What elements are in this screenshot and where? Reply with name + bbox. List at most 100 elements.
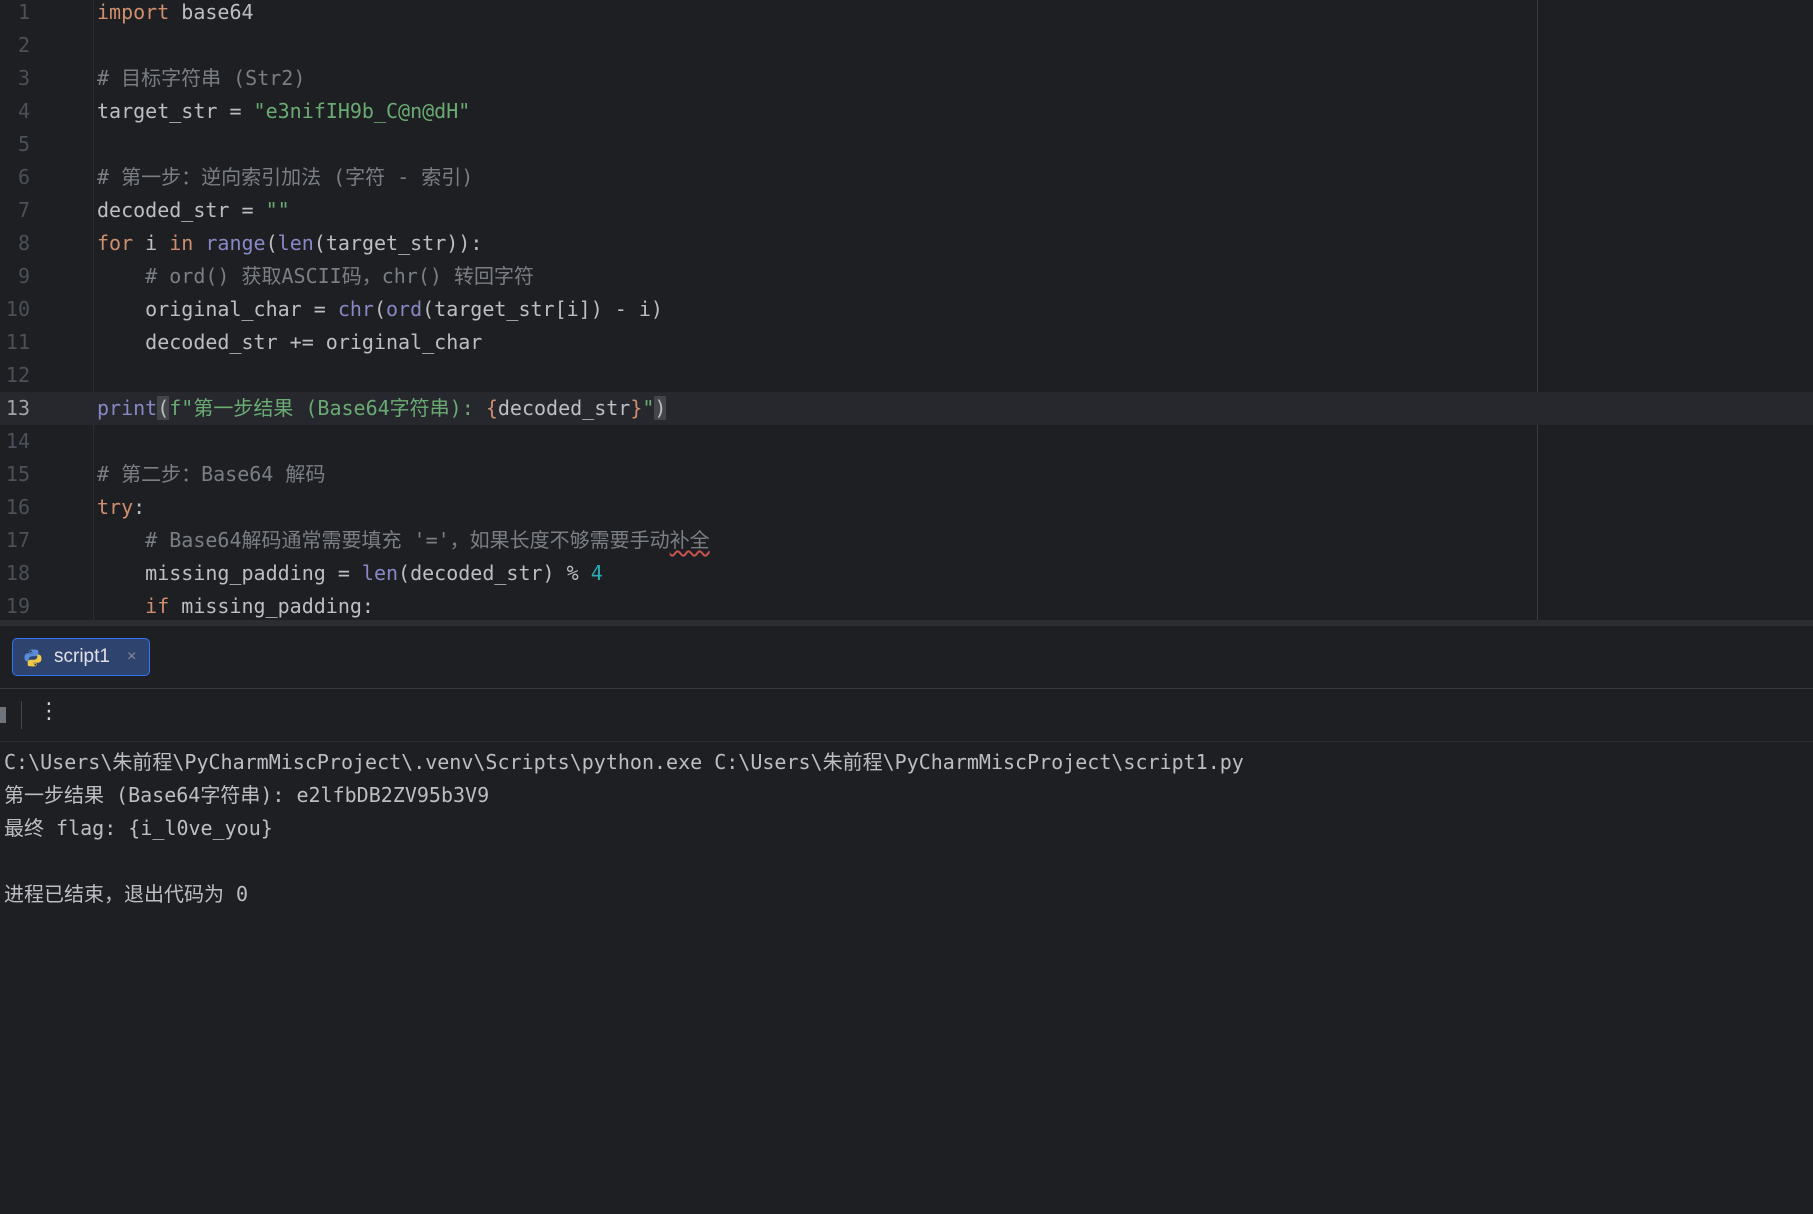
- code-line[interactable]: 16 try:: [0, 491, 1813, 524]
- code-token: 4: [590, 561, 603, 585]
- code-token: # 第一步：逆向索引加法 (字符 - 索引): [97, 165, 474, 189]
- console-output[interactable]: C:\Users\朱前程\PyCharmMiscProject\.venv\Sc…: [4, 746, 1804, 911]
- line-number: 3: [17, 66, 30, 90]
- run-toolbar: ⋮: [0, 689, 1813, 742]
- code-token: chr: [337, 297, 374, 321]
- run-tab-bar: script1 ×: [0, 626, 1813, 689]
- code-token: (target_str)):: [313, 231, 483, 255]
- code-line[interactable]: 18 missing_padding = len(decoded_str) % …: [0, 557, 1813, 590]
- code-text: # ord() 获取ASCII码，chr() 转回字符: [97, 260, 534, 293]
- code-token: print: [97, 396, 158, 420]
- code-line[interactable]: 7 decoded_str = "": [0, 194, 1813, 227]
- code-editor[interactable]: 1 import base64 2 3 # 目标字符串 (Str2) 4 target_st…: [0, 0, 1813, 620]
- code-token: try: [97, 495, 134, 519]
- code-token: decoded_str += original_char: [97, 330, 483, 354]
- code-line[interactable]: 14: [0, 425, 1813, 458]
- line-number: 16: [5, 495, 30, 519]
- code-text: decoded_str = "": [97, 194, 290, 227]
- code-token: for: [97, 231, 134, 255]
- line-number: 5: [17, 132, 30, 156]
- code-text: original_char = chr(ord(target_str[i]) -…: [97, 293, 663, 326]
- line-number: 6: [17, 165, 30, 189]
- code-text: missing_padding = len(decoded_str) % 4: [97, 557, 603, 590]
- line-number: 15: [5, 462, 30, 486]
- line-number: 2: [17, 33, 30, 57]
- code-token: 补全: [669, 528, 710, 552]
- close-icon[interactable]: ×: [127, 639, 136, 675]
- code-line[interactable]: 15 # 第二步：Base64 解码: [0, 458, 1813, 491]
- code-text: # Base64解码通常需要填充 '='，如果长度不够需要手动补全: [97, 524, 710, 557]
- more-options-icon[interactable]: ⋮: [38, 699, 60, 724]
- code-line[interactable]: 4 target_str = "e3nifIH9b_C@n@dH": [0, 95, 1813, 128]
- code-token: f"第一步结果 (Base64字符串):: [169, 396, 486, 420]
- line-number: 18: [5, 561, 30, 585]
- code-line[interactable]: 12: [0, 359, 1813, 392]
- stop-icon[interactable]: [0, 707, 6, 723]
- code-token: (target_str[i]) - i): [422, 297, 663, 321]
- code-text: # 目标字符串 (Str2): [97, 62, 305, 95]
- code-text: # 第一步：逆向索引加法 (字符 - 索引): [97, 161, 473, 194]
- code-token: original_char =: [97, 297, 338, 321]
- code-token: decoded_str: [497, 396, 631, 420]
- python-icon: [24, 649, 42, 667]
- code-token: len: [277, 231, 314, 255]
- code-text: decoded_str += original_char: [97, 326, 482, 359]
- code-text: for i in range(len(target_str)):: [97, 227, 482, 260]
- line-number: 17: [5, 528, 30, 552]
- console-line: 进程已结束，退出代码为 0: [4, 882, 249, 906]
- line-number: 1: [17, 0, 30, 24]
- tab-script1[interactable]: script1 ×: [12, 638, 150, 676]
- code-token: ): [654, 396, 667, 420]
- code-token: # 第二步：Base64 解码: [97, 462, 326, 486]
- code-text: if missing_padding:: [97, 590, 374, 620]
- code-token: "e3nifIH9b_C@n@dH": [253, 99, 471, 123]
- code-token: (: [157, 396, 170, 420]
- code-text: import base64: [97, 0, 254, 29]
- code-line[interactable]: 9 # ord() 获取ASCII码，chr() 转回字符: [0, 260, 1813, 293]
- code-line[interactable]: 2: [0, 29, 1813, 62]
- tab-label: script1: [54, 646, 110, 667]
- code-token: i: [133, 231, 170, 255]
- code-text: target_str = "e3nifIH9b_C@n@dH": [97, 95, 470, 128]
- line-number: 8: [17, 231, 30, 255]
- code-line[interactable]: 19 if missing_padding:: [0, 590, 1813, 620]
- code-line[interactable]: 5: [0, 128, 1813, 161]
- console-line: C:\Users\朱前程\PyCharmMiscProject\.venv\Sc…: [4, 750, 1244, 774]
- code-token: # Base64解码通常需要填充 '='，如果长度不够需要手动: [97, 528, 670, 552]
- line-number: 10: [5, 297, 30, 321]
- code-token: missing_padding =: [97, 561, 362, 585]
- code-token: missing_padding:: [169, 594, 374, 618]
- code-token: len: [361, 561, 399, 585]
- code-token: decoded_str =: [97, 198, 266, 222]
- code-token: target_str =: [97, 99, 254, 123]
- code-line[interactable]: 6 # 第一步：逆向索引加法 (字符 - 索引): [0, 161, 1813, 194]
- code-token: if: [145, 594, 170, 618]
- code-token: import: [97, 0, 170, 24]
- line-number: 14: [5, 429, 30, 453]
- code-line[interactable]: 17 # Base64解码通常需要填充 '='，如果长度不够需要手动补全: [0, 524, 1813, 557]
- console-line: 第一步结果 (Base64字符串): e2lfbDB2ZV95b3V9: [4, 783, 490, 807]
- code-token: # ord() 获取ASCII码，chr() 转回字符: [97, 264, 534, 288]
- code-token: }: [630, 396, 643, 420]
- code-token: range: [205, 231, 266, 255]
- code-text: try:: [97, 491, 145, 524]
- code-line[interactable]: 11 decoded_str += original_char: [0, 326, 1813, 359]
- code-token: (: [373, 297, 386, 321]
- code-text: # 第二步：Base64 解码: [97, 458, 325, 491]
- code-token: ord: [386, 297, 423, 321]
- code-text: print(f"第一步结果 (Base64字符串): {decoded_str}…: [97, 392, 667, 425]
- code-line[interactable]: 13 print(f"第一步结果 (Base64字符串): {decoded_st…: [0, 392, 1813, 425]
- code-line[interactable]: 3 # 目标字符串 (Str2): [0, 62, 1813, 95]
- code-line[interactable]: 1 import base64: [0, 0, 1813, 29]
- code-line[interactable]: 8 for i in range(len(target_str)):: [0, 227, 1813, 260]
- run-tool-window: script1 × ⋮ C:\Users\朱前程\PyCharmMiscProj…: [0, 626, 1813, 1214]
- line-number: 19: [5, 594, 30, 618]
- line-number: 11: [5, 330, 30, 354]
- code-token: # 目标字符串 (Str2): [97, 66, 306, 90]
- line-number: 12: [5, 363, 30, 387]
- code-line[interactable]: 10 original_char = chr(ord(target_str[i]…: [0, 293, 1813, 326]
- code-token: (: [265, 231, 278, 255]
